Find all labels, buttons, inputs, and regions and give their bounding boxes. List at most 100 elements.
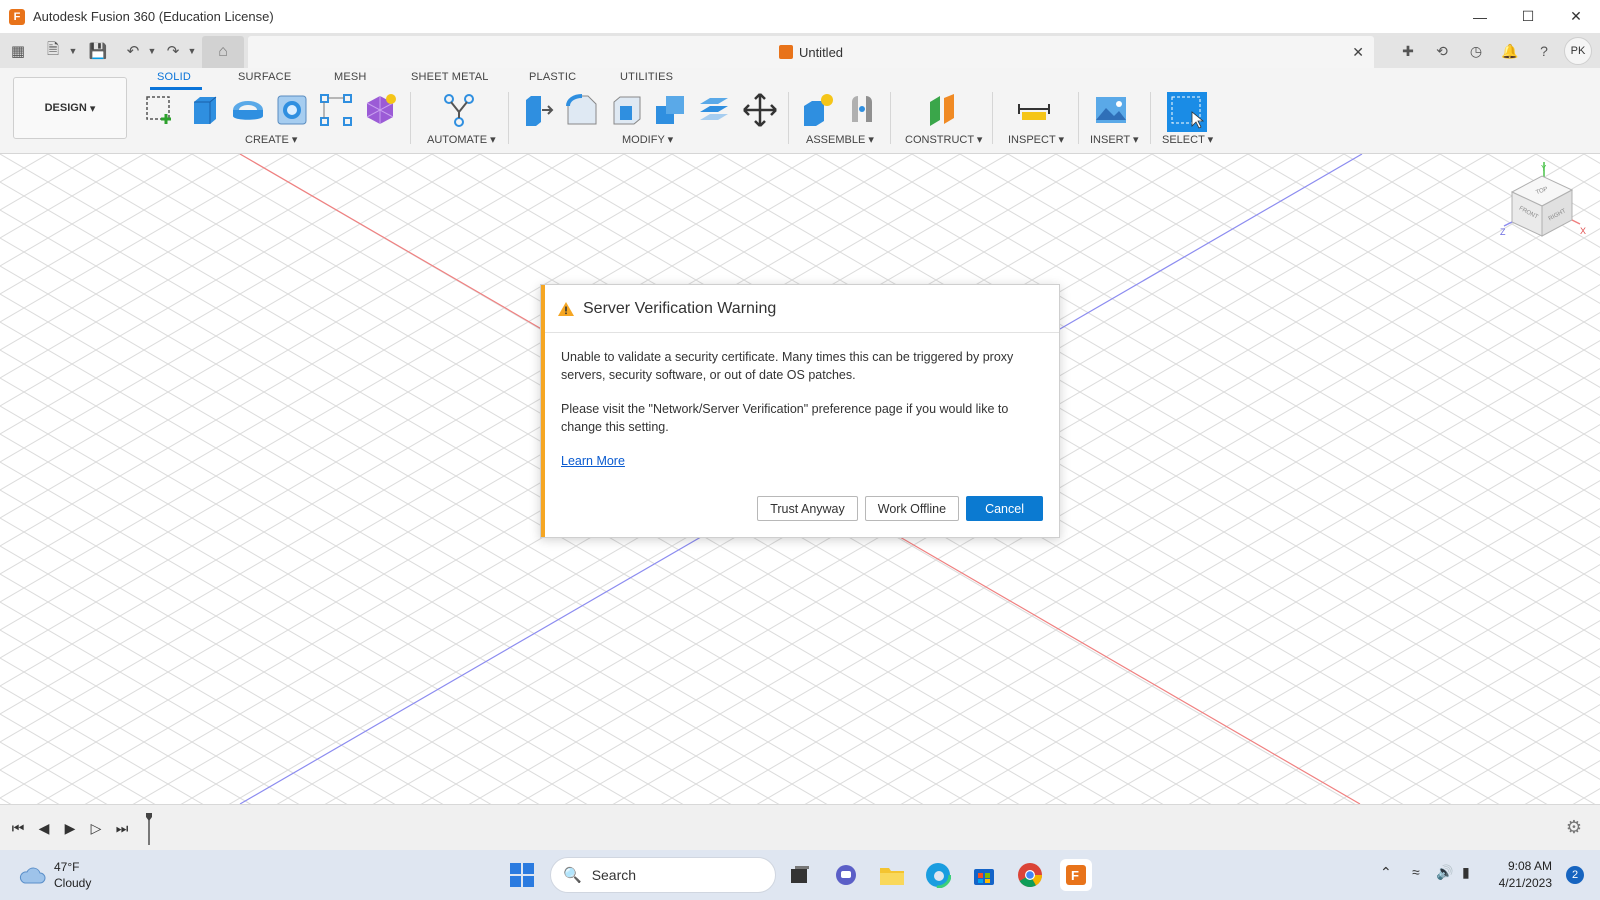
chrome-browser-icon[interactable] bbox=[1014, 859, 1046, 891]
combine-icon[interactable] bbox=[652, 92, 688, 128]
tray-overflow-chevron-icon[interactable]: ⌃ bbox=[1380, 864, 1392, 881]
windows-start-icon[interactable] bbox=[510, 863, 534, 887]
edge-browser-icon[interactable] bbox=[922, 859, 954, 891]
job-status-icon[interactable]: ◷ bbox=[1462, 37, 1490, 65]
select-group-label[interactable]: SELECT ▾ bbox=[1162, 133, 1213, 146]
user-avatar[interactable]: PK bbox=[1564, 37, 1592, 65]
create-sketch-icon[interactable] bbox=[142, 92, 178, 128]
maximize-button[interactable]: ☐ bbox=[1504, 0, 1552, 33]
minimize-button[interactable]: — bbox=[1456, 0, 1504, 33]
play-icon[interactable]: ▶ bbox=[60, 818, 80, 838]
close-window-button[interactable]: ✕ bbox=[1552, 0, 1600, 33]
extrude-icon[interactable] bbox=[186, 92, 222, 128]
modify-group-label[interactable]: MODIFY ▾ bbox=[622, 133, 673, 146]
hole-icon[interactable] bbox=[274, 92, 310, 128]
offset-plane-icon[interactable] bbox=[924, 92, 960, 128]
home-tab-icon[interactable]: ⌂ bbox=[202, 36, 244, 68]
timeline-settings-gear-icon[interactable]: ⚙ bbox=[1566, 817, 1582, 838]
file-explorer-icon[interactable] bbox=[876, 859, 908, 891]
dialog-body: Unable to validate a security certificat… bbox=[561, 349, 1041, 471]
shell-icon[interactable] bbox=[608, 92, 644, 128]
workspace-label: DESIGN bbox=[44, 102, 87, 114]
new-tab-icon[interactable]: ✚ bbox=[1394, 37, 1422, 65]
create-label-text: CREATE bbox=[245, 134, 289, 146]
automate-icon[interactable] bbox=[441, 92, 477, 128]
trust-anyway-button[interactable]: Trust Anyway bbox=[757, 496, 858, 521]
taskbar-search[interactable]: 🔍 Search bbox=[550, 857, 776, 893]
insert-label-text: INSERT bbox=[1090, 134, 1130, 146]
learn-more-link[interactable]: Learn More bbox=[561, 454, 625, 468]
move-copy-icon[interactable] bbox=[742, 92, 778, 128]
file-menu-icon[interactable]: 🗎 bbox=[42, 40, 64, 62]
inspect-group-label[interactable]: INSPECT ▾ bbox=[1008, 133, 1064, 146]
weather-temperature: 47°F bbox=[54, 860, 80, 874]
app-grid-icon[interactable]: ▦ bbox=[7, 40, 29, 62]
new-component-icon[interactable] bbox=[800, 92, 836, 128]
tab-plastic[interactable]: PLASTIC bbox=[529, 71, 576, 83]
go-to-start-icon[interactable]: ⏮ bbox=[8, 818, 28, 838]
undo-chevron-icon[interactable]: ▼ bbox=[141, 40, 163, 62]
chevron-down-icon[interactable]: ▼ bbox=[62, 40, 84, 62]
taskbar-clock[interactable]: 9:08 AM 4/21/2023 bbox=[1499, 858, 1552, 892]
ribbon-divider bbox=[890, 92, 891, 144]
wifi-icon[interactable]: ≈ bbox=[1412, 864, 1420, 880]
joint-icon[interactable] bbox=[844, 92, 880, 128]
notifications-bell-icon[interactable]: 🔔 bbox=[1496, 37, 1524, 65]
tab-surface[interactable]: SURFACE bbox=[238, 71, 291, 83]
workspace-switcher[interactable]: DESIGN ▾ bbox=[13, 77, 127, 139]
help-icon[interactable]: ? bbox=[1530, 37, 1558, 65]
tab-utilities[interactable]: UTILITIES bbox=[620, 71, 673, 83]
server-verification-dialog: Server Verification Warning Unable to va… bbox=[540, 284, 1060, 538]
close-tab-icon[interactable]: ✕ bbox=[1352, 44, 1364, 61]
dialog-header: Server Verification Warning bbox=[545, 285, 1059, 333]
weather-widget[interactable]: 47°F Cloudy bbox=[18, 859, 91, 891]
pattern-icon[interactable] bbox=[318, 92, 354, 128]
select-icon[interactable] bbox=[1167, 92, 1207, 132]
document-tab[interactable]: Untitled ✕ bbox=[248, 36, 1374, 68]
tab-mesh[interactable]: MESH bbox=[334, 71, 367, 83]
assemble-group-label[interactable]: ASSEMBLE ▾ bbox=[806, 133, 874, 146]
revolve-icon[interactable] bbox=[230, 92, 266, 128]
notification-badge[interactable]: 2 bbox=[1566, 866, 1584, 884]
create-group-label[interactable]: CREATE ▾ bbox=[245, 133, 297, 146]
clock-date: 4/21/2023 bbox=[1498, 876, 1552, 890]
dialog-buttons: Trust Anyway Work Offline Cancel bbox=[757, 496, 1043, 521]
battery-icon[interactable]: ▮ bbox=[1462, 864, 1470, 881]
insert-image-icon[interactable] bbox=[1093, 92, 1129, 128]
ribbon-divider bbox=[992, 92, 993, 144]
assemble-label-text: ASSEMBLE bbox=[806, 134, 866, 146]
measure-icon[interactable] bbox=[1016, 92, 1052, 128]
press-pull-icon[interactable] bbox=[520, 92, 556, 128]
fusion-360-taskbar-icon[interactable]: F bbox=[1060, 859, 1092, 891]
form-icon[interactable] bbox=[362, 92, 398, 128]
insert-group-label[interactable]: INSERT ▾ bbox=[1090, 133, 1139, 146]
fillet-icon[interactable] bbox=[564, 92, 600, 128]
construct-group-label[interactable]: CONSTRUCT ▾ bbox=[905, 133, 982, 146]
microsoft-store-icon[interactable] bbox=[968, 859, 1000, 891]
viewcube[interactable]: Y TOP FRONT RIGHT Z X bbox=[1500, 160, 1590, 250]
offset-face-icon[interactable] bbox=[696, 92, 732, 128]
save-icon[interactable]: 💾 bbox=[87, 40, 109, 62]
go-to-end-icon[interactable]: ⏭ bbox=[112, 818, 132, 838]
task-view-icon[interactable] bbox=[784, 859, 816, 891]
cloud-icon bbox=[19, 867, 46, 884]
timeline-marker[interactable] bbox=[146, 813, 152, 845]
volume-icon[interactable]: 🔊 bbox=[1436, 864, 1453, 881]
ribbon-divider bbox=[788, 92, 789, 144]
x-axis-label: X bbox=[1580, 226, 1586, 236]
cancel-button[interactable]: Cancel bbox=[966, 496, 1043, 521]
clock-time: 9:08 AM bbox=[1507, 859, 1552, 873]
work-offline-button[interactable]: Work Offline bbox=[864, 496, 960, 521]
document-cube-icon bbox=[778, 45, 793, 59]
teams-chat-icon[interactable] bbox=[830, 859, 862, 891]
document-name: Untitled bbox=[798, 44, 844, 60]
extensions-icon[interactable]: ⟲ bbox=[1428, 37, 1456, 65]
tab-sheet-metal[interactable]: SHEET METAL bbox=[411, 71, 489, 83]
redo-chevron-icon[interactable]: ▼ bbox=[181, 40, 203, 62]
step-back-icon[interactable]: ◀ bbox=[34, 818, 54, 838]
select-label-text: SELECT bbox=[1162, 134, 1205, 146]
tab-solid[interactable]: SOLID bbox=[157, 71, 191, 83]
automate-group-label[interactable]: AUTOMATE ▾ bbox=[427, 133, 496, 146]
step-forward-icon[interactable]: ▷ bbox=[86, 818, 106, 838]
svg-text:F: F bbox=[1071, 868, 1079, 883]
